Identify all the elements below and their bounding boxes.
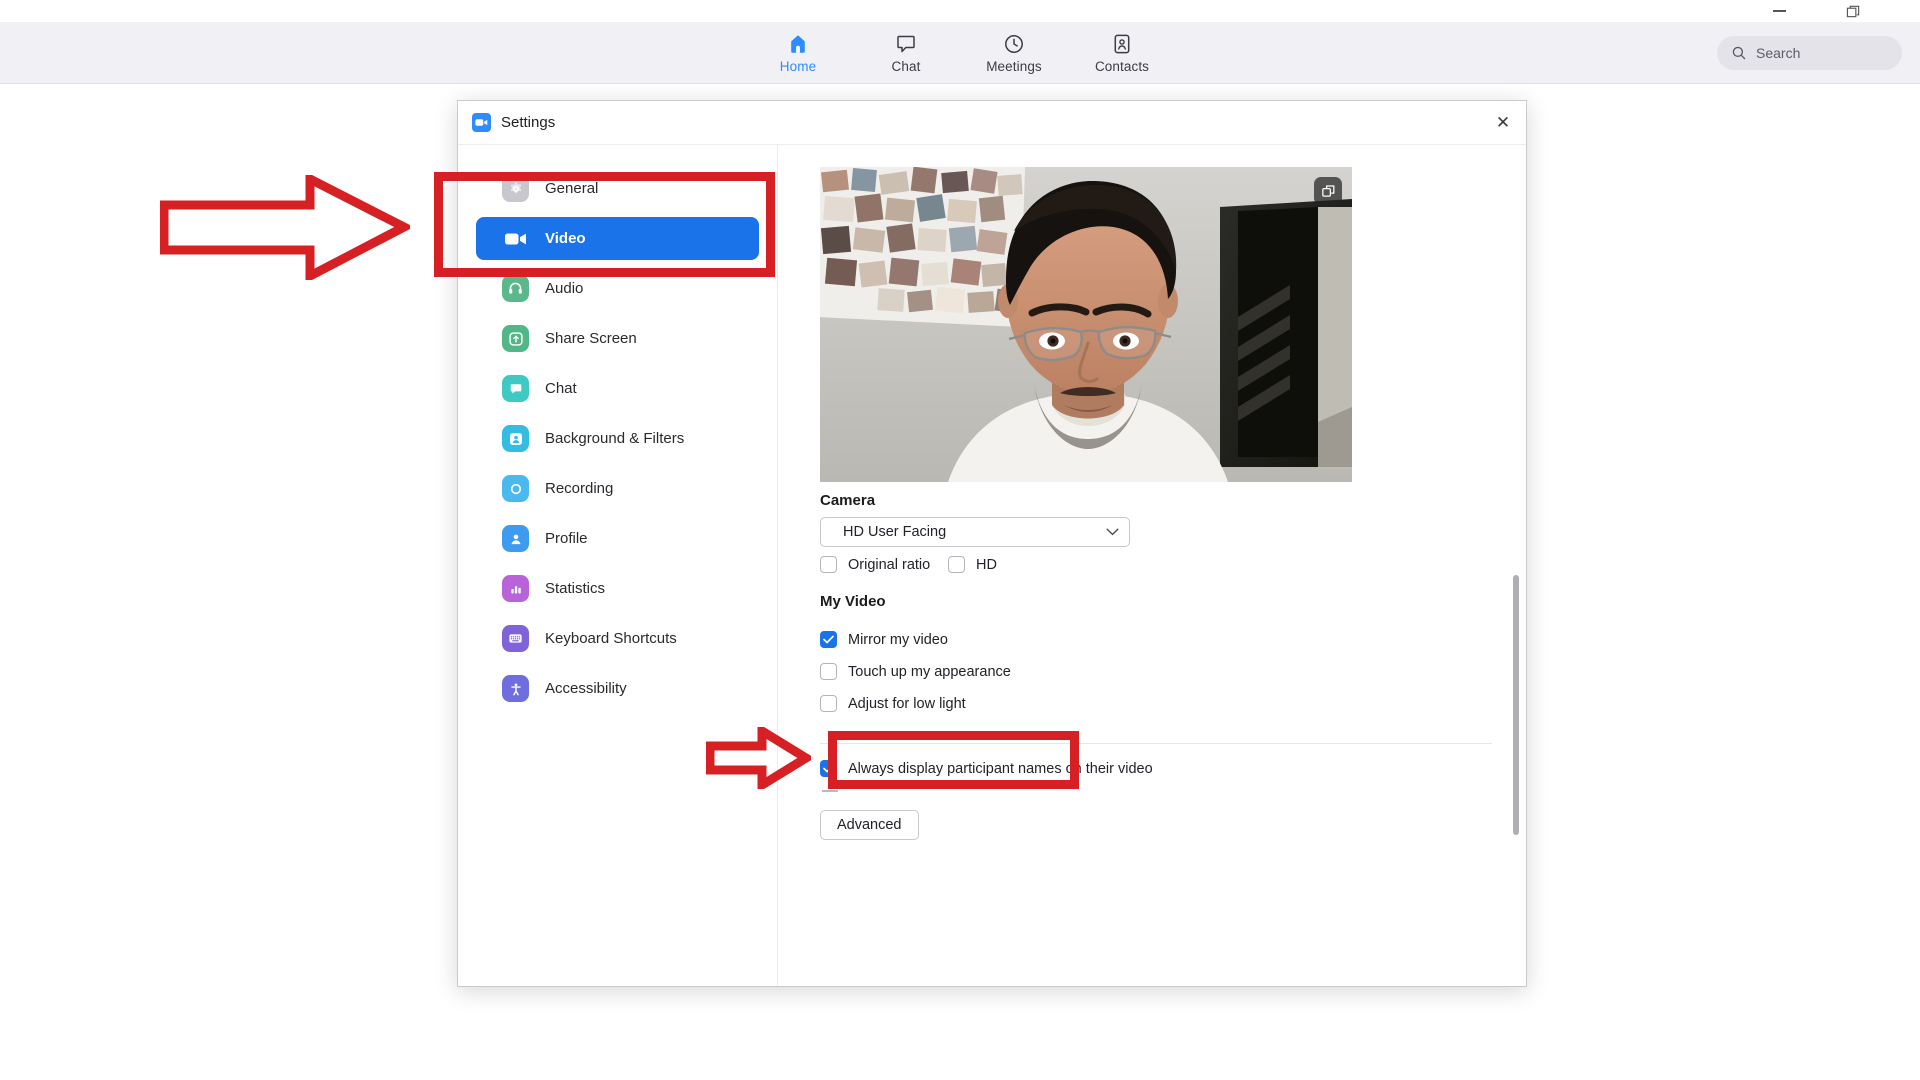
headphones-icon: [502, 275, 529, 302]
sidebar-item-recording[interactable]: Recording: [476, 467, 759, 510]
mirror-my-video-checkbox-box: [820, 631, 837, 648]
chevron-down-icon: [1106, 528, 1119, 536]
annotation-rectangle-touch-up: [828, 731, 1079, 789]
minimize-icon: [1772, 10, 1786, 12]
sidebar-item-share-screen[interactable]: Share Screen: [476, 317, 759, 360]
sidebar-item-background-filters-label: Background & Filters: [545, 430, 685, 447]
camera-preview: [820, 167, 1352, 482]
sidebar-item-accessibility-label: Accessibility: [545, 680, 627, 697]
search-icon: [1732, 46, 1746, 60]
sidebar-item-keyboard-shortcuts[interactable]: Keyboard Shortcuts: [476, 617, 759, 660]
sidebar-item-share-screen-label: Share Screen: [545, 330, 637, 347]
accessibility-icon: [502, 675, 529, 702]
original-ratio-checkbox-box: [820, 556, 837, 573]
adjust-for-low-light-checkbox[interactable]: Adjust for low light: [820, 695, 966, 712]
chat-bubble-icon: [502, 375, 529, 402]
keyboard-icon: [502, 625, 529, 652]
mirror-my-video-checkbox[interactable]: Mirror my video: [820, 631, 948, 648]
sidebar-item-statistics[interactable]: Statistics: [476, 567, 759, 610]
advanced-button-label: Advanced: [837, 817, 902, 833]
search-placeholder: Search: [1756, 45, 1801, 61]
sidebar-item-profile-label: Profile: [545, 530, 588, 547]
window-chrome-strip: [0, 0, 1920, 22]
tab-chat[interactable]: Chat: [870, 32, 942, 74]
adjust-for-low-light-checkbox-box: [820, 695, 837, 712]
hd-checkbox[interactable]: HD: [948, 556, 997, 573]
hd-checkbox-box: [948, 556, 965, 573]
camera-preview-image: [820, 167, 1352, 482]
sidebar-item-statistics-label: Statistics: [545, 580, 606, 597]
annotation-arrow-video: [160, 175, 410, 280]
popout-window-icon: [1321, 184, 1334, 197]
home-icon: [791, 35, 805, 53]
sidebar-item-background-filters[interactable]: Background & Filters: [476, 417, 759, 460]
touch-up-my-appearance-checkbox-box: [820, 663, 837, 680]
tab-meetings-label: Meetings: [986, 59, 1042, 74]
original-ratio-checkbox[interactable]: Original ratio: [820, 556, 930, 573]
settings-titlebar: Settings ✕: [458, 101, 1526, 145]
sidebar-item-profile[interactable]: Profile: [476, 517, 759, 560]
sidebar-item-accessibility[interactable]: Accessibility: [476, 667, 759, 710]
search-input[interactable]: Search: [1717, 36, 1902, 70]
advanced-button[interactable]: Advanced: [820, 810, 919, 840]
clipped-option-indicator: [822, 790, 838, 792]
sidebar-item-chat[interactable]: Chat: [476, 367, 759, 410]
person-icon: [502, 525, 529, 552]
my-video-section-heading: My Video: [820, 593, 886, 610]
person-frame-icon: [502, 425, 529, 452]
original-ratio-label: Original ratio: [848, 556, 931, 573]
adjust-for-low-light-label: Adjust for low light: [848, 695, 966, 712]
chat-icon: [897, 35, 915, 53]
camera-device-value: HD User Facing: [843, 524, 947, 540]
camera-device-select[interactable]: HD User Facing: [820, 517, 1130, 547]
check-icon: [823, 635, 834, 644]
clock-icon: [1005, 35, 1023, 53]
main-navigation-tabs: Home Chat Meetings Contacts: [0, 22, 1920, 84]
tab-contacts-label: Contacts: [1094, 59, 1150, 74]
annotation-rectangle-video: [434, 172, 775, 277]
sidebar-item-keyboard-shortcuts-label: Keyboard Shortcuts: [545, 630, 677, 647]
camera-section-heading: Camera: [820, 492, 876, 509]
tab-contacts[interactable]: Contacts: [1086, 32, 1158, 74]
record-circle-icon: [502, 475, 529, 502]
tab-home-label: Home: [779, 59, 817, 74]
tab-meetings[interactable]: Meetings: [978, 32, 1050, 74]
tab-chat-label: Chat: [891, 59, 921, 74]
tab-home[interactable]: Home: [762, 32, 834, 74]
sidebar-item-audio-label: Audio: [545, 280, 584, 297]
close-button[interactable]: ✕: [1480, 101, 1526, 144]
share-screen-icon: [502, 325, 529, 352]
hd-label: HD: [976, 556, 997, 573]
touch-up-my-appearance-label: Touch up my appearance: [848, 663, 1011, 680]
settings-scrollbar[interactable]: [1513, 575, 1519, 835]
bar-chart-icon: [502, 575, 529, 602]
popout-window-button[interactable]: [1314, 177, 1342, 205]
settings-title: Settings: [501, 114, 556, 131]
window-restore-button[interactable]: [1830, 0, 1876, 22]
restore-icon: [1846, 5, 1859, 17]
zoom-video-logo-icon: [472, 113, 491, 132]
window-minimize-button[interactable]: [1756, 0, 1802, 22]
annotation-arrow-touch-up: [706, 727, 811, 789]
sidebar-item-recording-label: Recording: [545, 480, 614, 497]
close-icon: ✕: [1495, 112, 1511, 132]
zoom-app-header: Home Chat Meetings Contacts Search: [0, 22, 1920, 84]
settings-main-pane: Camera HD User Facing Original ratio HD …: [778, 145, 1526, 986]
sidebar-item-chat-label: Chat: [545, 380, 577, 397]
touch-up-my-appearance-checkbox[interactable]: Touch up my appearance: [820, 663, 1011, 680]
mirror-my-video-label: Mirror my video: [848, 631, 948, 648]
contacts-icon: [1114, 34, 1130, 54]
